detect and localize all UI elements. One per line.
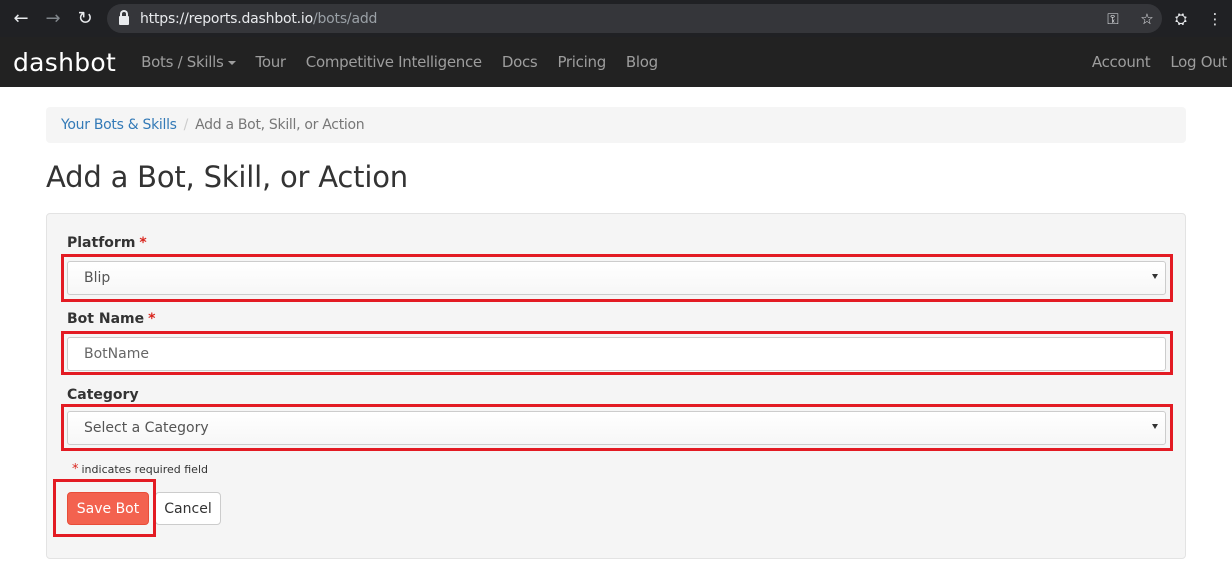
back-icon[interactable]: ← [10, 8, 32, 30]
cancel-button[interactable]: Cancel [155, 492, 221, 525]
nav-competitive-intelligence[interactable]: Competitive Intelligence [306, 53, 482, 71]
nav-logout[interactable]: Log Out [1170, 53, 1227, 71]
breadcrumb-current: Add a Bot, Skill, or Action [195, 117, 365, 133]
extension-icon[interactable]: ⛭ [1164, 10, 1198, 28]
address-bar[interactable]: https://reports.dashbot.io/bots/add [107, 4, 1162, 33]
site-navbar: dashbot Bots / Skills Tour Competitive I… [0, 37, 1232, 87]
star-icon[interactable]: ☆ [1130, 10, 1164, 28]
nav-docs[interactable]: Docs [502, 53, 538, 71]
platform-highlight [61, 254, 1173, 302]
category-highlight [61, 404, 1173, 451]
required-hint: * indicates required field [72, 462, 208, 477]
platform-label: Platform * [67, 235, 147, 251]
page-title: Add a Bot, Skill, or Action [46, 160, 408, 194]
breadcrumb: Your Bots & Skills / Add a Bot, Skill, o… [46, 107, 1186, 143]
breadcrumb-your-bots[interactable]: Your Bots & Skills [61, 117, 177, 133]
nav-tour[interactable]: Tour [256, 53, 287, 71]
bot-name-label: Bot Name * [67, 311, 156, 327]
caret-down-icon [227, 60, 236, 65]
lock-icon [119, 10, 129, 25]
nav-bots-skills[interactable]: Bots / Skills [141, 53, 236, 71]
add-bot-form: Platform* Blip Bot Name* Category Select… [46, 213, 1186, 559]
breadcrumb-separator: / [183, 117, 189, 133]
forward-icon[interactable]: → [42, 8, 64, 30]
url-text: https://reports.dashbot.io/bots/add [140, 10, 378, 27]
nav-account[interactable]: Account [1092, 53, 1151, 71]
bot-name-highlight [61, 331, 1173, 375]
reload-icon[interactable]: ↻ [74, 8, 96, 30]
nav-pricing[interactable]: Pricing [557, 53, 606, 71]
key-icon[interactable]: ⚿ [1096, 10, 1130, 28]
menu-icon[interactable]: ⋮ [1198, 10, 1232, 28]
category-label: Category [67, 387, 139, 403]
browser-toolbar: ← → ↻ https://reports.dashbot.io/bots/ad… [0, 0, 1232, 37]
save-highlight [53, 479, 156, 537]
brand-logo[interactable]: dashbot [13, 48, 116, 77]
nav-blog[interactable]: Blog [626, 53, 658, 71]
